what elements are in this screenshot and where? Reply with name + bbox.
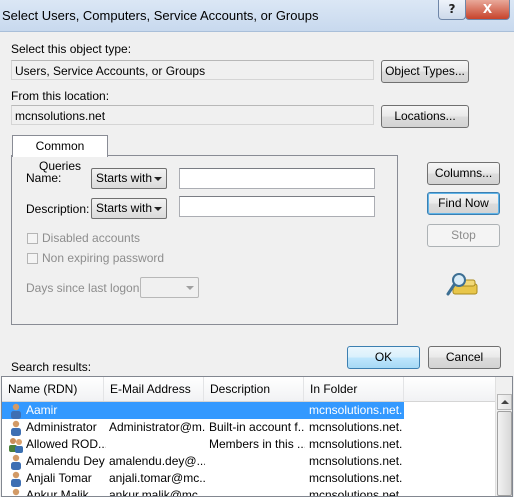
object-type-label: Select this object type: — [11, 42, 132, 56]
chevron-down-icon — [154, 207, 162, 211]
cell-name: Ankur Malik — [26, 488, 89, 497]
column-header-name[interactable]: Name (RDN) — [2, 377, 104, 401]
column-header-folder[interactable]: In Folder — [304, 377, 404, 401]
chevron-down-icon — [154, 177, 162, 181]
days-since-logon-dropdown[interactable] — [140, 277, 199, 298]
disabled-accounts-label: Disabled accounts — [42, 231, 141, 245]
group-icon — [9, 438, 23, 453]
description-operator-dropdown[interactable]: Starts with — [91, 198, 167, 219]
chevron-down-icon — [186, 286, 194, 290]
description-operator-value: Starts with — [96, 201, 153, 215]
user-icon — [11, 420, 21, 436]
close-button[interactable]: X — [465, 0, 510, 20]
user-icon — [12, 488, 20, 496]
name-operator-value: Starts with — [96, 171, 153, 185]
scroll-thumb[interactable] — [497, 411, 512, 496]
disabled-accounts-checkbox[interactable] — [27, 233, 38, 244]
cell-email — [109, 402, 205, 419]
search-users-icon — [446, 273, 478, 296]
table-row[interactable]: Allowed ROD... Members in this ... mcnsolu… — [2, 436, 404, 453]
cell-description: Built-in account f... — [209, 420, 305, 434]
cell-name: Administrator — [26, 420, 97, 434]
cell-description — [209, 402, 305, 419]
cell-email: amalendu.dey@... — [109, 454, 205, 468]
cell-name: Amalendu Dey — [26, 454, 105, 468]
cell-email: Administrator@m... — [109, 420, 205, 434]
name-operator-dropdown[interactable]: Starts with — [91, 168, 167, 189]
days-since-logon-label: Days since last logon: — [26, 281, 143, 295]
tab-common-queries[interactable]: Common Queries — [12, 135, 108, 173]
location-label: From this location: — [11, 89, 110, 103]
cell-folder: mcnsolutions.net... — [309, 420, 403, 434]
scroll-up-arrow-icon[interactable] — [497, 394, 512, 410]
results-header: Name (RDN) E-Mail Address Description In… — [2, 377, 495, 402]
column-header-description[interactable]: Description — [204, 377, 304, 401]
description-label: Description: — [26, 202, 90, 216]
cell-email: anjali.tomar@mc... — [109, 471, 205, 485]
table-row[interactable]: Administrator Administrator@m... Built-in … — [2, 419, 404, 436]
non-expiring-password-label: Non expiring password — [42, 251, 165, 265]
cell-folder: mcnsolutions.net... — [309, 454, 403, 468]
non-expiring-password-checkbox[interactable] — [27, 253, 38, 264]
cell-name: Aamir — [26, 403, 58, 417]
cell-folder: mcnsolutions.net... — [309, 437, 403, 451]
search-results-label: Search results: — [11, 360, 92, 374]
search-results-list[interactable]: Name (RDN) E-Mail Address Description In… — [1, 376, 513, 497]
table-row[interactable]: Aamir mcnsolutions.net... — [2, 402, 404, 419]
table-row[interactable]: Anjali Tomar anjali.tomar@mc... mcnsolutio… — [2, 470, 404, 487]
cell-description: Members in this ... — [209, 437, 305, 451]
cell-folder: mcnsolutions.net... — [309, 403, 403, 417]
cell-name: Allowed ROD... — [26, 437, 106, 451]
user-icon — [11, 454, 21, 470]
locations-button[interactable]: Locations... — [381, 105, 469, 128]
find-now-button[interactable]: Find Now — [427, 192, 500, 215]
stop-button[interactable]: Stop — [427, 224, 500, 247]
cancel-button[interactable]: Cancel — [428, 346, 501, 369]
object-type-field: Users, Service Accounts, or Groups — [11, 60, 374, 80]
cell-description — [209, 487, 305, 496]
location-field: mcnsolutions.net — [11, 105, 374, 125]
title-bar: Select Users, Computers, Service Account… — [0, 0, 514, 32]
window-title: Select Users, Computers, Service Account… — [2, 8, 319, 23]
cell-folder: mcnsolutions.net... — [309, 488, 403, 497]
columns-button[interactable]: Columns... — [427, 162, 500, 185]
description-input[interactable] — [179, 196, 375, 217]
object-types-button[interactable]: Object Types... — [381, 60, 469, 83]
column-header-email[interactable]: E-Mail Address — [104, 377, 204, 401]
cell-description — [209, 453, 305, 470]
cell-description — [209, 470, 305, 487]
help-button[interactable]: ? — [438, 0, 466, 20]
user-icon — [11, 403, 21, 419]
cell-email: ankur.malik@mc... — [109, 488, 205, 497]
table-row[interactable]: Amalendu Dey amalendu.dey@... mcnsolutions… — [2, 453, 404, 470]
name-input[interactable] — [179, 168, 375, 189]
table-row[interactable]: Ankur Malik ankur.malik@mc... mcnsolutions… — [2, 487, 404, 497]
cell-email — [109, 436, 205, 453]
cell-name: Anjali Tomar — [26, 471, 92, 485]
user-icon — [11, 471, 21, 487]
cell-folder: mcnsolutions.net... — [309, 471, 403, 485]
vertical-scrollbar[interactable] — [495, 377, 512, 496]
ok-button[interactable]: OK — [347, 346, 420, 369]
